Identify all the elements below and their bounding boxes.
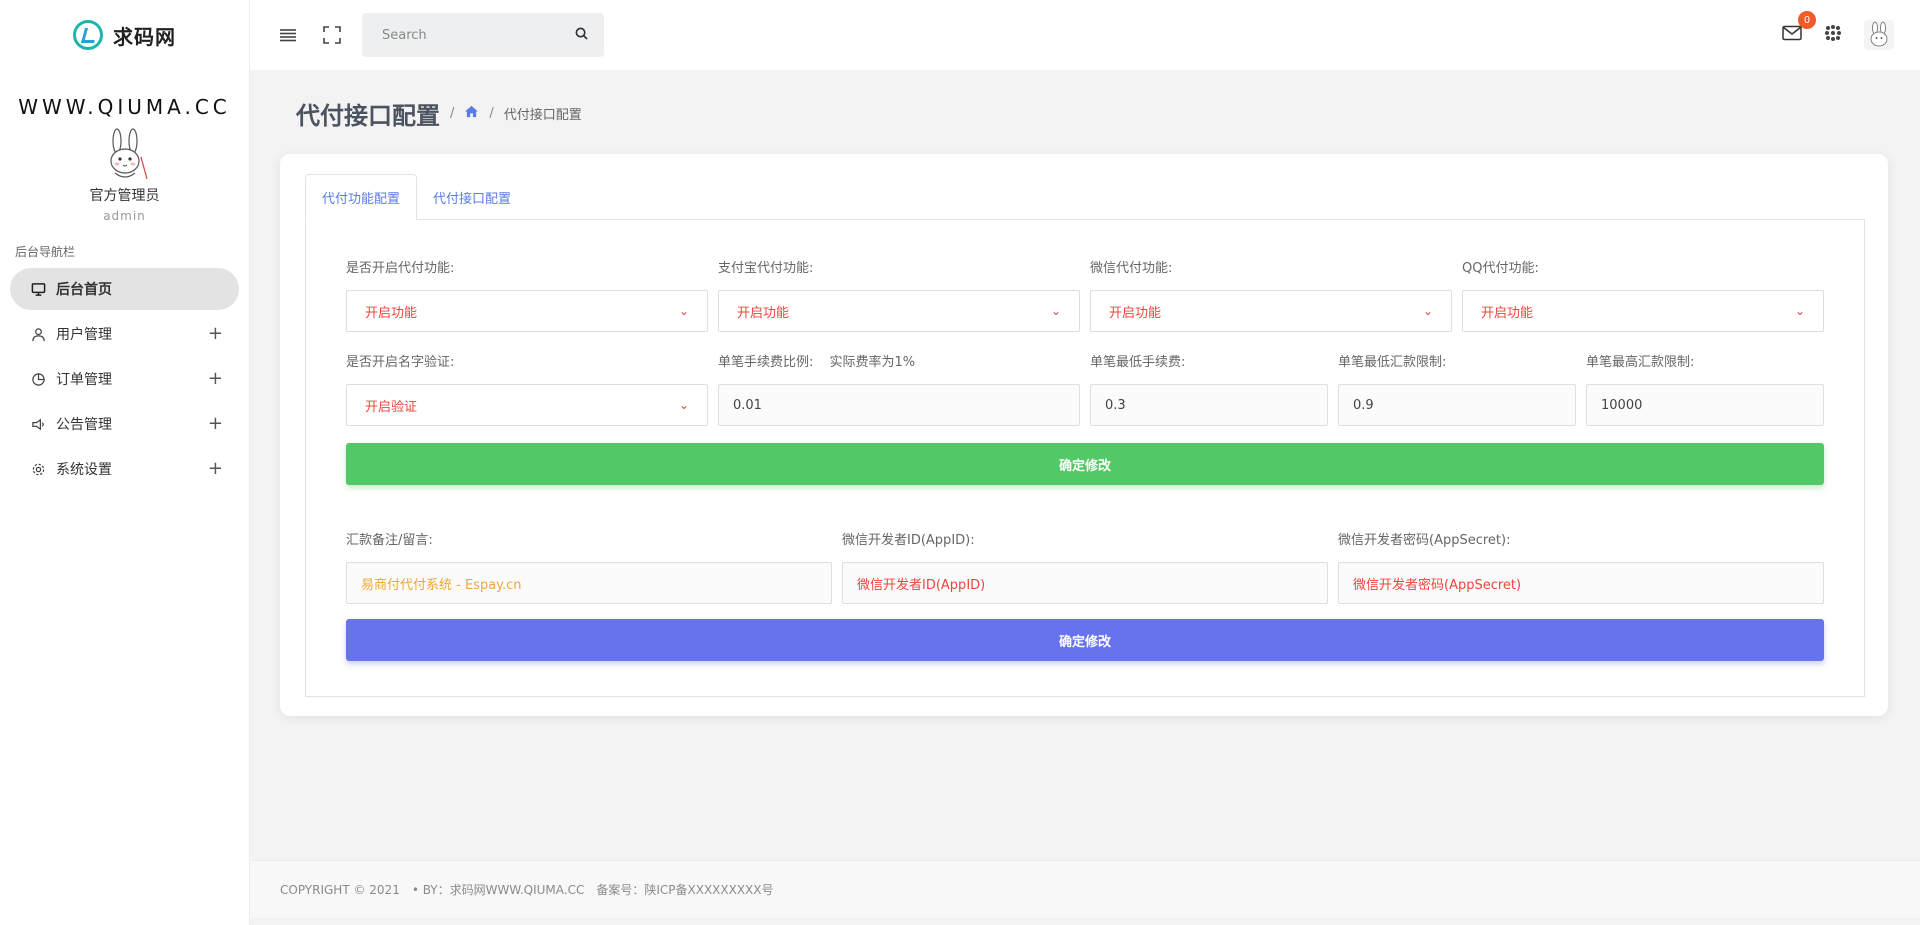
tab-panel: 是否开启代付功能: 支付宝代付功能: 微信代付功能: QQ代付功能: 开启功能 ⌄… (305, 219, 1865, 697)
nav-section-title: 后台导航栏 (15, 245, 76, 259)
tab-payout-function-config[interactable]: 代付功能配置 (305, 174, 418, 220)
chevron-down-icon: ⌄ (678, 304, 689, 318)
bunny-avatar-icon (109, 128, 148, 180)
search-bar (362, 13, 604, 57)
select-value: 开启功能 (1109, 305, 1162, 321)
select-value: 开启功能 (1481, 305, 1534, 321)
mail-button[interactable]: 0 (1782, 11, 1816, 45)
sidebar-item-label: 后台首页 (56, 282, 112, 298)
footer: COPYRIGHT © 2021 • BY：求码网WWW.QIUMA.CC 备案… (250, 860, 1920, 918)
wechat-payout-label: 微信代付功能: (1090, 261, 1173, 276)
min-fee-input[interactable]: 0.3 (1090, 384, 1328, 426)
profile-name: 官方管理员 (89, 188, 160, 204)
sidebar-item-label: 用户管理 (56, 327, 112, 343)
sidebar-item-users[interactable]: 用户管理 + (10, 313, 239, 355)
footer-by: • BY：求码网WWW.QIUMA.CC (411, 883, 585, 897)
fee-ratio-input[interactable]: 0.01 (718, 384, 1080, 426)
max-amount-label: 单笔最高汇款限制: (1586, 355, 1695, 370)
max-amount-input[interactable]: 10000 (1586, 384, 1824, 426)
qq-payout-select[interactable]: 开启功能 ⌄ (1462, 290, 1824, 332)
fee-ratio-label: 单笔手续费比例: 实际费率为1% (718, 351, 915, 370)
search-icon[interactable] (575, 27, 588, 44)
megaphone-icon (30, 416, 46, 432)
sidebar-item-orders[interactable]: 订单管理 + (10, 358, 239, 400)
wechat-appid-input[interactable]: 微信开发者ID(AppID) (842, 562, 1328, 604)
alipay-payout-select[interactable]: 开启功能 ⌄ (718, 290, 1080, 332)
brand-name: 求码网 (113, 24, 176, 49)
remittance-remark-input[interactable]: 易商付代付系统 - Espay.cn (346, 562, 832, 604)
page-title: 代付接口配置 (296, 102, 440, 130)
enable-payout-label: 是否开启代付功能: (346, 261, 455, 276)
name-verify-select[interactable]: 开启验证 ⌄ (346, 384, 708, 426)
chevron-down-icon: ⌄ (1794, 304, 1805, 318)
top-header: 0 (250, 0, 1920, 70)
menu-toggle-icon[interactable] (276, 23, 300, 47)
min-amount-label: 单笔最低汇款限制: (1338, 355, 1447, 370)
logo[interactable]: 求码网 (0, 0, 249, 70)
alipay-payout-label: 支付宝代付功能: (718, 261, 814, 276)
logo-icon (73, 20, 103, 50)
search-input[interactable] (382, 27, 575, 43)
page-title-row: 代付接口配置 / / 代付接口配置 (296, 96, 582, 131)
select-value: 开启功能 (365, 305, 418, 321)
submit-payout-config-button[interactable]: 确定修改 (346, 443, 1824, 485)
sidebar: 求码网 WWW.QIUMA.CC 官方管理员 admin 后台导航栏 后台首页 … (0, 0, 250, 925)
wechat-payout-select[interactable]: 开启功能 ⌄ (1090, 290, 1452, 332)
remittance-remark-label: 汇款备注/留言: (346, 533, 433, 548)
sidebar-item-home[interactable]: 后台首页 (10, 268, 239, 310)
header-right-tools: 0 (1782, 0, 1894, 70)
profile-role: admin (103, 209, 146, 223)
min-fee-label: 单笔最低手续费: (1090, 355, 1186, 370)
profile-avatar (97, 127, 153, 183)
tab-bar: 代付功能配置 代付接口配置 (305, 174, 527, 220)
breadcrumb-separator: / (489, 106, 494, 121)
mail-badge: 0 (1798, 11, 1816, 29)
footer-icp: 备案号：陕ICP备XXXXXXXXX号 (596, 883, 774, 897)
breadcrumb-separator: / (450, 106, 455, 121)
pie-chart-icon (30, 371, 46, 387)
wechat-appsecret-label: 微信开发者密码(AppSecret): (1338, 533, 1511, 548)
wechat-appsecret-input[interactable]: 微信开发者密码(AppSecret) (1338, 562, 1824, 604)
sidebar-item-label: 公告管理 (56, 417, 112, 433)
fee-ratio-label-text: 单笔手续费比例: (718, 355, 814, 370)
footer-copyright: COPYRIGHT © 2021 (280, 882, 400, 897)
expand-plus-icon[interactable]: + (208, 323, 223, 344)
gear-icon (30, 461, 46, 477)
apps-grid-icon[interactable] (1824, 24, 1842, 46)
breadcrumb-current: 代付接口配置 (503, 108, 582, 123)
user-avatar[interactable] (1864, 20, 1894, 50)
select-value: 开启验证 (365, 399, 418, 415)
min-amount-input[interactable]: 0.9 (1338, 384, 1576, 426)
enable-payout-select[interactable]: 开启功能 ⌄ (346, 290, 708, 332)
name-verify-label: 是否开启名字验证: (346, 355, 455, 370)
sidebar-item-label: 系统设置 (56, 462, 112, 478)
fullscreen-icon[interactable] (320, 23, 344, 47)
tab-payout-interface-config[interactable]: 代付接口配置 (417, 174, 527, 220)
bunny-avatar-icon (1870, 21, 1888, 47)
fee-ratio-note: 实际费率为1% (829, 355, 916, 370)
config-card: 代付功能配置 代付接口配置 是否开启代付功能: 支付宝代付功能: 微信代付功能:… (280, 154, 1888, 716)
chevron-down-icon: ⌄ (1050, 304, 1061, 318)
sidebar-item-settings[interactable]: 系统设置 + (10, 448, 239, 490)
select-value: 开启功能 (737, 305, 790, 321)
expand-plus-icon[interactable]: + (208, 413, 223, 434)
expand-plus-icon[interactable]: + (208, 458, 223, 479)
home-icon[interactable] (464, 105, 479, 122)
expand-plus-icon[interactable]: + (208, 368, 223, 389)
mail-icon (1782, 25, 1802, 41)
chevron-down-icon: ⌄ (678, 398, 689, 412)
submit-wechat-config-button[interactable]: 确定修改 (346, 619, 1824, 661)
user-icon (30, 326, 46, 342)
chevron-down-icon: ⌄ (1422, 304, 1433, 318)
site-url-text: WWW.QIUMA.CC (18, 95, 231, 119)
qq-payout-label: QQ代付功能: (1462, 261, 1539, 276)
sidebar-item-label: 订单管理 (56, 372, 112, 388)
sidebar-item-announcements[interactable]: 公告管理 + (10, 403, 239, 445)
wechat-appid-label: 微信开发者ID(AppID): (842, 533, 975, 548)
monitor-icon (30, 281, 46, 297)
